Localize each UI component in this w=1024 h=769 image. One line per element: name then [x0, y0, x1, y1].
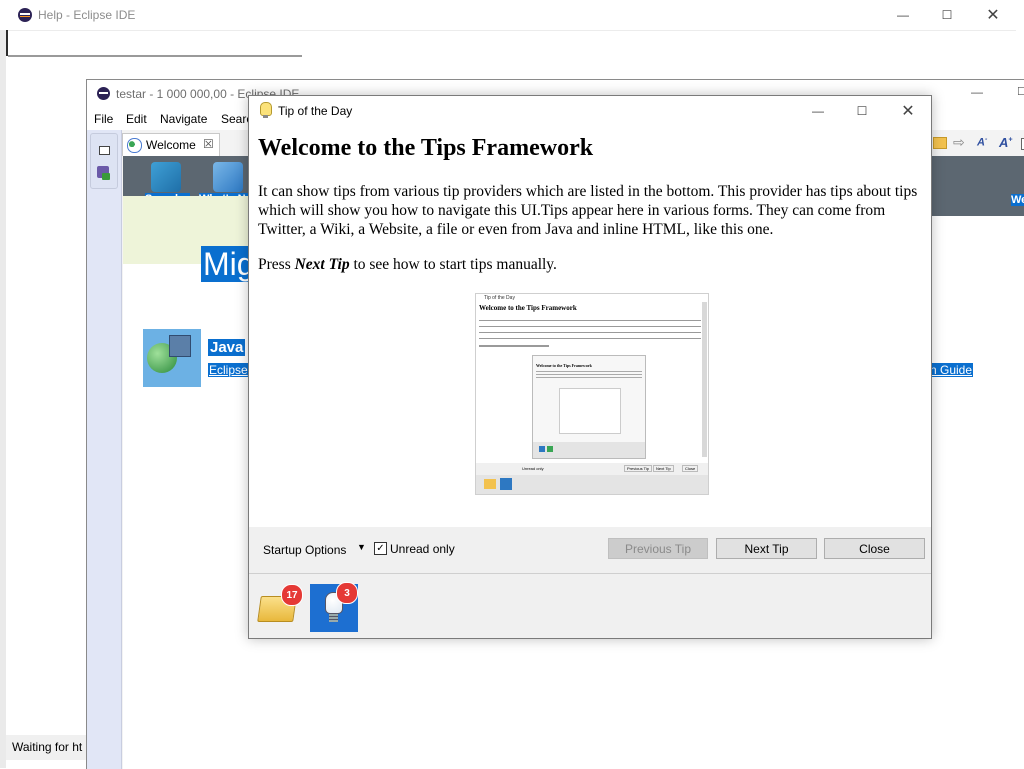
- press-prefix: Press: [258, 256, 295, 273]
- help-toolbar-divider: [8, 55, 302, 57]
- thumb-press-line: [479, 345, 549, 347]
- dialog-titlebar: Tip of the Day — ☐ ✕: [249, 96, 931, 126]
- font-decrease-icon[interactable]: A-: [977, 136, 987, 149]
- thumb-next: Next Tip: [653, 465, 674, 472]
- next-tip-label: Next Tip: [744, 541, 789, 556]
- chevron-down-icon[interactable]: ▼: [357, 542, 366, 552]
- help-status-text: Waiting for ht: [12, 740, 83, 754]
- java-icon[interactable]: [143, 329, 201, 387]
- eclipse-maximize-button[interactable]: ☐: [1017, 85, 1024, 98]
- tip-paragraph: It can show tips from various tip provid…: [258, 183, 918, 238]
- provider-bar: 17 3: [249, 574, 931, 638]
- thumb-inner-heading: Welcome to the Tips Framework: [536, 363, 592, 368]
- help-status-bar: Waiting for ht: [6, 735, 88, 760]
- tab-welcome[interactable]: Welcome ☒: [122, 133, 220, 156]
- left-trim: [87, 130, 122, 769]
- thumb-title: Tip of the Day: [484, 295, 515, 301]
- thumb-prev: Previous Tip: [624, 465, 653, 472]
- help-window-title: Help - Eclipse IDE: [38, 8, 136, 22]
- close-label: Close: [859, 541, 890, 556]
- thumb-scrollbar: [702, 302, 707, 457]
- tip-press-line: Press Next Tip to see how to start tips …: [258, 256, 557, 274]
- maximize-button[interactable]: ☐: [924, 0, 970, 30]
- java-eclipse-link[interactable]: Eclipse: [208, 363, 249, 377]
- dialog-button-bar: Startup Options ▼ ✓ Unread only Previous…: [249, 527, 931, 574]
- tip-heading: Welcome to the Tips Framework: [258, 135, 594, 161]
- dialog-maximize-button[interactable]: ☐: [839, 96, 885, 126]
- restore-icon[interactable]: [99, 146, 110, 155]
- samples-icon[interactable]: [151, 162, 181, 192]
- folder-count-badge: 17: [281, 584, 303, 606]
- minimized-stack: [90, 133, 118, 189]
- provider-tips[interactable]: 3: [310, 582, 358, 632]
- thumb-inner-dialog: Welcome to the Tips Framework: [532, 355, 646, 459]
- thumb-footer: Unread only Previous Tip Next Tip Close: [476, 463, 708, 475]
- eclipse-logo-icon: [18, 8, 32, 22]
- thumb-text-lines: [479, 318, 701, 340]
- thumb-providers: [476, 475, 708, 494]
- eclipse-logo-icon: [97, 87, 110, 100]
- tip-dialog: Tip of the Day — ☐ ✕ Welcome to the Tips…: [248, 95, 932, 639]
- guide-link[interactable]: n Guide: [929, 363, 974, 377]
- provider-folder[interactable]: 17: [257, 584, 303, 626]
- forward-arrow-icon[interactable]: ⇨: [953, 134, 965, 151]
- menu-file[interactable]: File: [94, 112, 113, 126]
- previous-tip-label: Previous Tip: [624, 541, 692, 556]
- font-increase-icon[interactable]: A+: [999, 135, 1012, 150]
- lightbulb-icon: [260, 102, 272, 116]
- press-suffix: to see how to start tips manually.: [349, 256, 557, 273]
- thumb-unread: Unread only: [522, 466, 544, 471]
- help-sidebar: [0, 30, 6, 768]
- dialog-title: Tip of the Day: [278, 104, 353, 118]
- eclipse-minimize-button[interactable]: —: [971, 85, 983, 99]
- tip-content: Welcome to the Tips Framework It can sho…: [249, 126, 931, 527]
- tips-count-badge: 3: [336, 582, 358, 604]
- close-dialog-button[interactable]: Close: [824, 538, 925, 559]
- welcome-icon: [127, 138, 142, 153]
- minimize-button[interactable]: —: [880, 0, 926, 30]
- whats-new-icon[interactable]: [213, 162, 243, 192]
- previous-tip-button[interactable]: Previous Tip: [608, 538, 708, 559]
- welcome-right-link[interactable]: We: [1011, 194, 1024, 206]
- close-button[interactable]: ✕: [970, 0, 1016, 30]
- menu-navigate[interactable]: Navigate: [160, 112, 207, 126]
- dialog-minimize-button[interactable]: —: [795, 96, 841, 126]
- unread-only-checkbox[interactable]: ✓: [374, 542, 387, 555]
- startup-options-menu[interactable]: Startup Options: [263, 543, 346, 557]
- menu-edit[interactable]: Edit: [126, 112, 147, 126]
- tip-screenshot: Tip of the Day Welcome to the Tips Frame…: [475, 293, 709, 495]
- java-title-link[interactable]: Java: [208, 339, 246, 356]
- tab-welcome-label: Welcome: [146, 138, 196, 152]
- thumb-close: Close: [682, 465, 699, 472]
- unread-only-label[interactable]: Unread only: [390, 542, 455, 556]
- next-tip-button[interactable]: Next Tip: [716, 538, 817, 559]
- toolbar-folder-icon[interactable]: [933, 137, 947, 149]
- help-titlebar: Help - Eclipse IDE — ☐ ✕: [0, 0, 1024, 31]
- tab-close-icon[interactable]: ☒: [203, 137, 214, 151]
- thumb-heading: Welcome to the Tips Framework: [479, 304, 577, 312]
- dialog-close-button[interactable]: ✕: [885, 96, 931, 126]
- help-right-scroll[interactable]: [1016, 30, 1024, 50]
- next-tip-emphasis: Next Tip: [294, 256, 350, 273]
